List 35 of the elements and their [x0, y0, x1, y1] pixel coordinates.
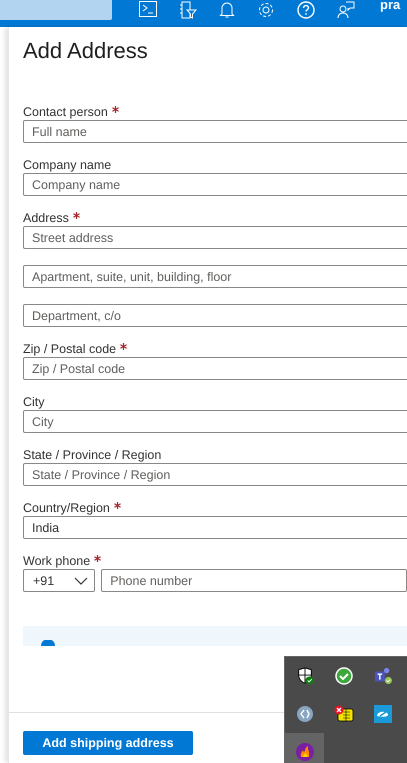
shield-icon[interactable] [296, 667, 314, 685]
add-shipping-address-button[interactable]: Add shipping address [23, 731, 193, 755]
user-name[interactable]: pra [380, 0, 400, 12]
field-label: Zip / Postal code [23, 341, 116, 357]
input-field[interactable]: Full name [23, 120, 407, 143]
input-field[interactable]: Zip / Postal code [23, 357, 407, 380]
input-field[interactable]: India [23, 516, 407, 539]
input-field[interactable]: State / Province / Region [23, 463, 407, 486]
field-label: Contact person [23, 104, 108, 120]
terminal-icon[interactable] [139, 1, 157, 17]
help-icon[interactable] [297, 1, 315, 19]
chevron-icon [74, 576, 88, 584]
input-field[interactable]: Street address [23, 226, 407, 249]
settings-icon[interactable] [257, 1, 275, 19]
filter-icon[interactable] [179, 1, 197, 19]
field-label: Country/Region [23, 500, 110, 516]
field-label: State / Province / Region [23, 447, 162, 463]
input-field[interactable]: Apartment, suite, unit, building, floor [23, 265, 407, 288]
field-label: Company name [23, 157, 112, 173]
country-code-dropdown[interactable]: +91 [23, 569, 96, 592]
field-label: Address [23, 210, 69, 226]
input-field[interactable]: Phone number [101, 569, 407, 592]
feedback-icon[interactable] [337, 1, 355, 19]
bell-icon[interactable] [219, 1, 235, 19]
card-error-icon[interactable] [334, 705, 354, 723]
flame-icon[interactable] [296, 743, 314, 761]
input-field[interactable]: City [23, 410, 407, 433]
check-circle-icon[interactable] [334, 667, 352, 685]
input-field[interactable]: Company name [23, 173, 407, 196]
panel-title: Add Address [23, 37, 149, 65]
search-field[interactable] [0, 0, 112, 20]
field-label: City [23, 394, 45, 410]
team-chat-icon[interactable] [374, 667, 392, 685]
field-label: Work phone [23, 553, 90, 569]
input-field[interactable]: Department, c/o [23, 304, 407, 327]
